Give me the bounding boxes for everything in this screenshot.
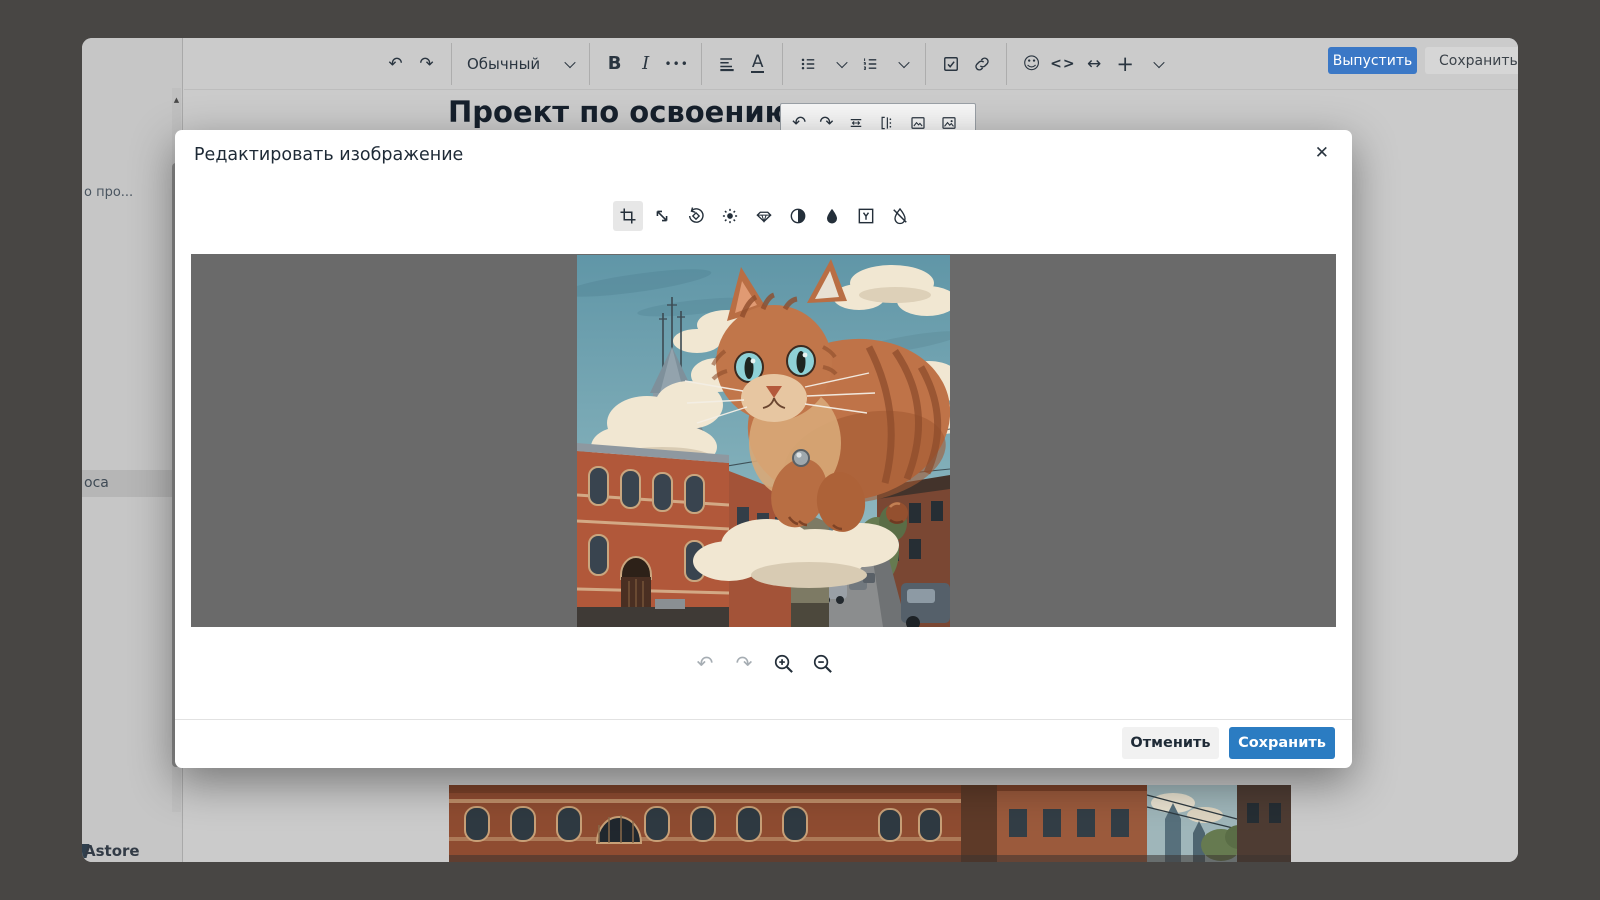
code-button[interactable]: <> bbox=[1050, 48, 1075, 80]
undo-button[interactable]: ↶ bbox=[383, 48, 408, 80]
toolbar-divider bbox=[925, 43, 926, 85]
checkbox-icon bbox=[941, 54, 961, 74]
bold-button[interactable]: B bbox=[602, 48, 627, 80]
resize-icon bbox=[652, 206, 672, 226]
left-right-arrow-icon: ↔ bbox=[1087, 54, 1101, 74]
toolbar-divider bbox=[589, 43, 590, 85]
numbered-list-icon bbox=[860, 54, 880, 74]
more-formats-button[interactable]: ••• bbox=[664, 48, 689, 80]
chevron-down-icon bbox=[836, 56, 847, 67]
modal-title: Редактировать изображение bbox=[194, 145, 463, 165]
filter-tool-button[interactable] bbox=[749, 201, 779, 231]
numbered-list-button[interactable] bbox=[857, 48, 882, 80]
emoji-button[interactable]: ☺ bbox=[1019, 48, 1044, 80]
italic-button[interactable]: I bbox=[633, 48, 658, 80]
link-button[interactable] bbox=[969, 48, 994, 80]
numbered-list-expand[interactable] bbox=[888, 48, 913, 80]
rotate-left-icon bbox=[686, 206, 706, 226]
edit-tools-toolbar bbox=[175, 201, 1352, 231]
edit-undo-button[interactable]: ↶ bbox=[692, 650, 718, 676]
zoom-out-button[interactable] bbox=[809, 650, 835, 676]
toolbar-divider bbox=[701, 43, 702, 85]
checklist-button[interactable] bbox=[938, 48, 963, 80]
text-color-icon: A bbox=[751, 54, 765, 73]
edit-image-modal: Редактировать изображение ✕ bbox=[175, 130, 1352, 768]
image-preview-area bbox=[191, 254, 1336, 627]
brightness-icon bbox=[720, 206, 740, 226]
redo-button[interactable]: ↷ bbox=[414, 48, 439, 80]
droplet-icon bbox=[822, 206, 842, 226]
preview-controls: ↶ ↷ bbox=[175, 649, 1352, 677]
gem-icon bbox=[754, 206, 774, 226]
rotate-tool-button[interactable] bbox=[681, 201, 711, 231]
save-draft-button[interactable]: Сохранить bbox=[1425, 47, 1518, 74]
toolbar-divider bbox=[451, 43, 452, 85]
clear-filters-tool-button[interactable] bbox=[885, 201, 915, 231]
document-image[interactable] bbox=[449, 785, 1291, 862]
undo-icon: ↶ bbox=[697, 651, 714, 675]
modal-footer: Отменить Сохранить bbox=[175, 719, 1352, 768]
close-icon: ✕ bbox=[1315, 143, 1329, 163]
paragraph-style-label: Обычный bbox=[467, 55, 540, 73]
sidebar-item-truncated[interactable]: о про... bbox=[84, 185, 133, 200]
toolbar-divider bbox=[1006, 43, 1007, 85]
cancel-button[interactable]: Отменить bbox=[1122, 727, 1219, 759]
bullet-list-expand[interactable] bbox=[826, 48, 851, 80]
luma-y-icon bbox=[856, 206, 876, 226]
brightness-tool-button[interactable] bbox=[715, 201, 745, 231]
zoom-out-icon bbox=[811, 652, 834, 675]
sidebar-item-selected[interactable]: оса bbox=[82, 470, 172, 497]
zoom-in-icon bbox=[772, 652, 795, 675]
crop-icon bbox=[618, 206, 638, 226]
link-icon bbox=[972, 54, 992, 74]
droplet-off-icon bbox=[890, 206, 910, 226]
street-image-strip bbox=[449, 785, 1291, 862]
bullet-list-button[interactable] bbox=[795, 48, 820, 80]
bullet-list-icon bbox=[798, 54, 818, 74]
redo-icon: ↷ bbox=[419, 54, 433, 74]
save-button[interactable]: Сохранить bbox=[1229, 727, 1335, 759]
align-button[interactable] bbox=[714, 48, 739, 80]
editor-toolbar: ↶ ↷ Обычный B I ••• A bbox=[184, 38, 1518, 90]
redo-icon: ↷ bbox=[736, 651, 753, 675]
toolbar-divider bbox=[782, 43, 783, 85]
emoji-icon: ☺ bbox=[1023, 54, 1041, 74]
bold-icon: B bbox=[608, 53, 622, 74]
paragraph-style-dropdown[interactable]: Обычный bbox=[461, 55, 580, 73]
zoom-in-button[interactable] bbox=[770, 650, 796, 676]
more-icon: ••• bbox=[665, 57, 689, 71]
chevron-down-icon bbox=[898, 56, 909, 67]
sidebar: о про... оса Astore ▲ bbox=[82, 38, 183, 862]
contrast-tool-button[interactable] bbox=[783, 201, 813, 231]
chevron-down-icon bbox=[565, 56, 576, 67]
close-button[interactable]: ✕ bbox=[1315, 143, 1329, 163]
contrast-icon bbox=[788, 206, 808, 226]
align-icon bbox=[717, 54, 737, 74]
full-width-button[interactable]: ↔ bbox=[1082, 48, 1107, 80]
insert-block-button[interactable]: + bbox=[1113, 48, 1138, 80]
insert-block-expand[interactable] bbox=[1144, 48, 1169, 80]
text-color-button[interactable]: A bbox=[745, 48, 770, 80]
grayscale-tool-button[interactable] bbox=[851, 201, 881, 231]
crop-tool-button[interactable] bbox=[613, 201, 643, 231]
italic-icon: I bbox=[642, 53, 649, 74]
scroll-up-icon[interactable]: ▲ bbox=[171, 96, 182, 104]
edit-redo-button[interactable]: ↷ bbox=[731, 650, 757, 676]
publish-button[interactable]: Выпустить bbox=[1328, 47, 1417, 74]
hue-tool-button[interactable] bbox=[817, 201, 847, 231]
plus-icon: + bbox=[1116, 52, 1134, 76]
undo-icon: ↶ bbox=[388, 54, 402, 74]
chevron-down-icon bbox=[1153, 56, 1164, 67]
code-icon: <> bbox=[1050, 56, 1075, 72]
preview-image bbox=[577, 255, 950, 627]
account-label[interactable]: Astore bbox=[84, 842, 140, 860]
resize-tool-button[interactable] bbox=[647, 201, 677, 231]
